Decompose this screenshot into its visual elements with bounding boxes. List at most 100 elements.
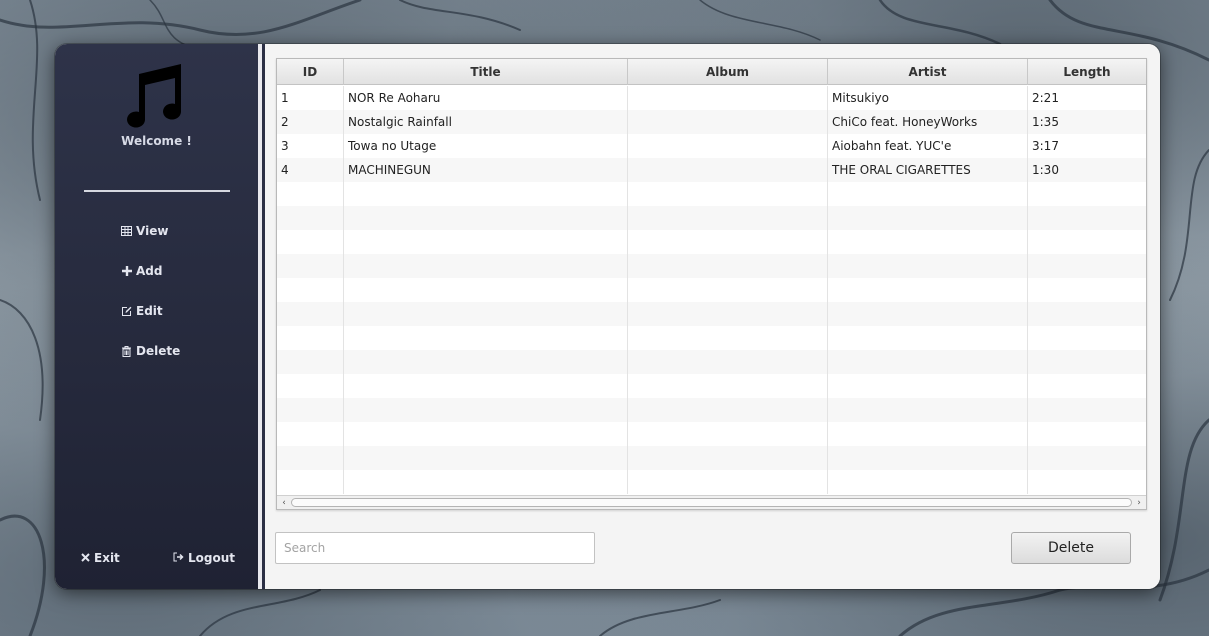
delete-button[interactable]: Delete: [1011, 532, 1131, 564]
empty-cell: [628, 206, 828, 230]
column-header-id[interactable]: ID: [277, 59, 344, 85]
empty-cell: [277, 278, 344, 302]
cell-artist: Mitsukiyo: [828, 86, 1028, 110]
table-row[interactable]: 2 Nostalgic Rainfall ChiCo feat. HoneyWo…: [277, 110, 1146, 134]
empty-cell: [344, 206, 628, 230]
cell-length: 1:30: [1032, 163, 1059, 177]
nav-add[interactable]: Add: [121, 261, 162, 281]
scroll-right-icon[interactable]: ›: [1133, 497, 1145, 509]
exit-button[interactable]: Exit: [81, 549, 120, 567]
empty-cell: [344, 374, 628, 398]
empty-cell: [277, 206, 344, 230]
cell-title: Towa no Utage: [344, 134, 628, 158]
empty-cell: [628, 374, 828, 398]
search-input[interactable]: [275, 532, 595, 564]
scrollbar-thumb[interactable]: [291, 498, 1132, 507]
table-row[interactable]: 3 Towa no Utage Aiobahn feat. YUC'e 3:17: [277, 134, 1146, 158]
table-body: 1 NOR Re Aoharu Mitsukiyo 2:21 2 Nostalg…: [277, 86, 1146, 495]
empty-table-row: [277, 374, 1146, 398]
nav-delete[interactable]: Delete: [121, 341, 180, 361]
empty-cell: [1028, 254, 1146, 278]
empty-cell: [277, 374, 344, 398]
cell-id: 3: [277, 134, 344, 158]
column-header-length[interactable]: Length: [1028, 59, 1146, 85]
empty-cell: [828, 422, 1028, 446]
empty-cell: [628, 302, 828, 326]
column-header-album[interactable]: Album: [628, 59, 828, 85]
empty-cell: [628, 254, 828, 278]
empty-cell: [628, 350, 828, 374]
cell-artist: ChiCo feat. HoneyWorks: [828, 110, 1028, 134]
trash-icon: [121, 345, 132, 357]
empty-cell: [828, 254, 1028, 278]
empty-cell: [828, 302, 1028, 326]
cell-length: 1:35: [1032, 115, 1059, 129]
empty-cell: [1028, 278, 1146, 302]
nav-view-label: View: [136, 224, 169, 238]
scroll-left-icon[interactable]: ‹: [278, 497, 290, 509]
empty-cell: [628, 326, 828, 350]
empty-cell: [344, 398, 628, 422]
empty-table-row: [277, 350, 1146, 374]
nav-view[interactable]: View: [121, 221, 168, 241]
empty-cell: [344, 302, 628, 326]
empty-cell: [344, 422, 628, 446]
empty-cell: [1028, 350, 1146, 374]
logout-label: Logout: [188, 551, 236, 565]
sidebar: Welcome ! View Add Edit Delete Exit Logo…: [55, 44, 258, 589]
exit-label: Exit: [94, 551, 120, 565]
cell-artist: Aiobahn feat. YUC'e: [828, 134, 1028, 158]
empty-cell: [828, 470, 1028, 494]
edit-icon: [121, 306, 132, 317]
empty-table-row: [277, 230, 1146, 254]
cell-length: 2:21: [1032, 91, 1059, 105]
empty-cell: [628, 470, 828, 494]
nav-delete-label: Delete: [136, 344, 181, 358]
empty-cell: [277, 422, 344, 446]
cell-title: MACHINEGUN: [344, 158, 628, 182]
sidebar-divider: [84, 190, 230, 192]
app-window: Welcome ! View Add Edit Delete Exit Logo…: [55, 44, 1160, 589]
empty-cell: [344, 230, 628, 254]
empty-cell: [1028, 326, 1146, 350]
empty-cell: [277, 182, 344, 206]
empty-cell: [828, 374, 1028, 398]
empty-cell: [277, 470, 344, 494]
table-row[interactable]: 1 NOR Re Aoharu Mitsukiyo 2:21: [277, 86, 1146, 110]
cell-id: 2: [277, 110, 344, 134]
empty-cell: [344, 350, 628, 374]
empty-cell: [828, 206, 1028, 230]
empty-cell: [277, 254, 344, 278]
nav-edit[interactable]: Edit: [121, 301, 163, 321]
column-header-artist[interactable]: Artist: [828, 59, 1028, 85]
empty-table-row: [277, 422, 1146, 446]
welcome-text: Welcome !: [121, 134, 192, 148]
empty-table-row: [277, 470, 1146, 494]
empty-table-row: [277, 446, 1146, 470]
empty-cell: [628, 230, 828, 254]
empty-cell: [1028, 182, 1146, 206]
empty-cell: [277, 398, 344, 422]
empty-cell: [628, 278, 828, 302]
empty-cell: [1028, 374, 1146, 398]
table-row[interactable]: 4 MACHINEGUN THE ORAL CIGARETTES 1:30: [277, 158, 1146, 182]
main-content: ID Title Album Artist Length 1 NOR Re Ao…: [265, 44, 1160, 589]
empty-table-row: [277, 278, 1146, 302]
nav-add-label: Add: [136, 264, 163, 278]
empty-cell: [828, 278, 1028, 302]
cell-album: [628, 110, 828, 134]
cell-title: NOR Re Aoharu: [344, 86, 628, 110]
empty-cell: [1028, 302, 1146, 326]
empty-cell: [1028, 398, 1146, 422]
empty-cell: [828, 182, 1028, 206]
empty-cell: [277, 230, 344, 254]
horizontal-scrollbar[interactable]: ‹ ›: [277, 495, 1146, 509]
empty-cell: [1028, 470, 1146, 494]
column-header-title[interactable]: Title: [344, 59, 628, 85]
songs-table[interactable]: ID Title Album Artist Length 1 NOR Re Ao…: [276, 58, 1147, 510]
empty-cell: [628, 446, 828, 470]
empty-cell: [277, 326, 344, 350]
logout-button[interactable]: Logout: [173, 549, 235, 567]
cell-artist: THE ORAL CIGARETTES: [828, 158, 1028, 182]
table-icon: [121, 226, 132, 237]
